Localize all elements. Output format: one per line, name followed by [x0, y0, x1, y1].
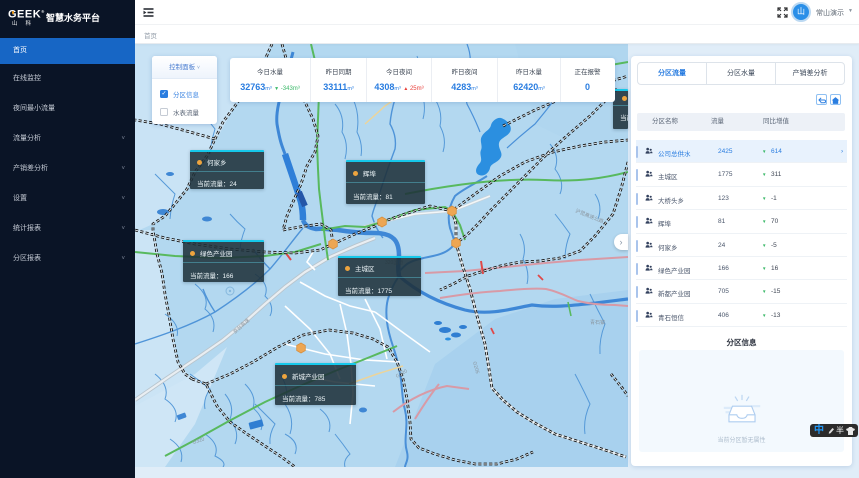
svg-text:青石镇: 青石镇: [590, 319, 605, 326]
